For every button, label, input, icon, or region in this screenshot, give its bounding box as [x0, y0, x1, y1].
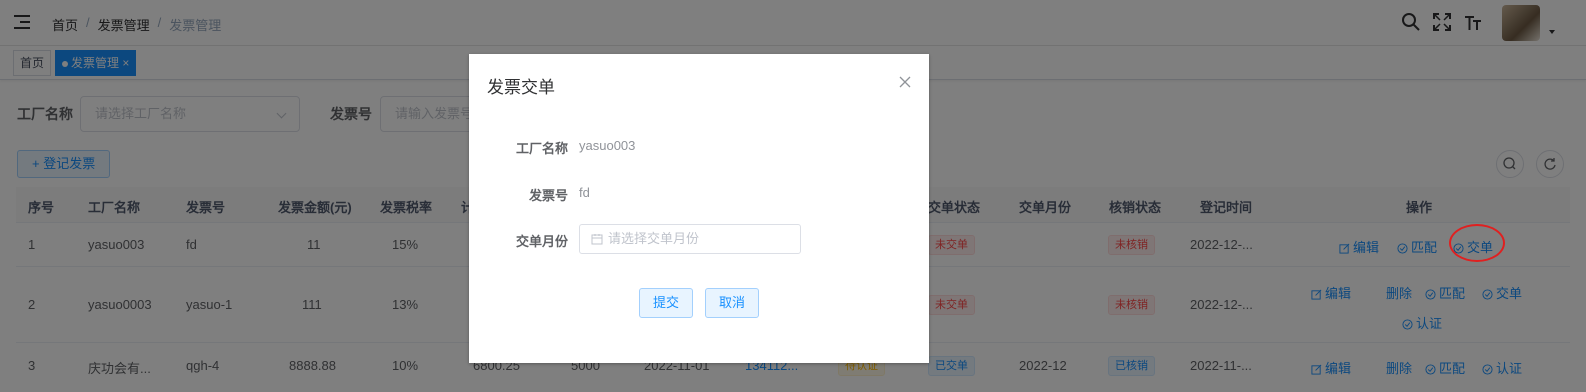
- submit-invoice-dialog: 发票交单 工厂名称 yasuo003 发票号 fd 交单月份 请选择交单月份 提…: [469, 54, 929, 363]
- dialog-invoice-label: 发票号: [528, 188, 568, 203]
- dialog-month-label: 交单月份: [515, 234, 568, 249]
- month-placeholder: 请选择交单月份: [608, 231, 700, 246]
- dialog-cancel-button[interactable]: 取消: [705, 288, 759, 318]
- close-icon[interactable]: [899, 76, 911, 88]
- dialog-invoice-value: fd: [579, 185, 590, 200]
- dialog-factory-value: yasuo003: [579, 138, 636, 153]
- dialog-submit-button[interactable]: 提交: [639, 288, 693, 318]
- calendar-icon: [591, 234, 603, 245]
- dialog-title: 发票交单: [487, 78, 555, 97]
- submit-month-picker[interactable]: 请选择交单月份: [579, 224, 801, 254]
- annotation-circle: [1449, 224, 1505, 262]
- dialog-factory-label: 工厂名称: [515, 141, 568, 156]
